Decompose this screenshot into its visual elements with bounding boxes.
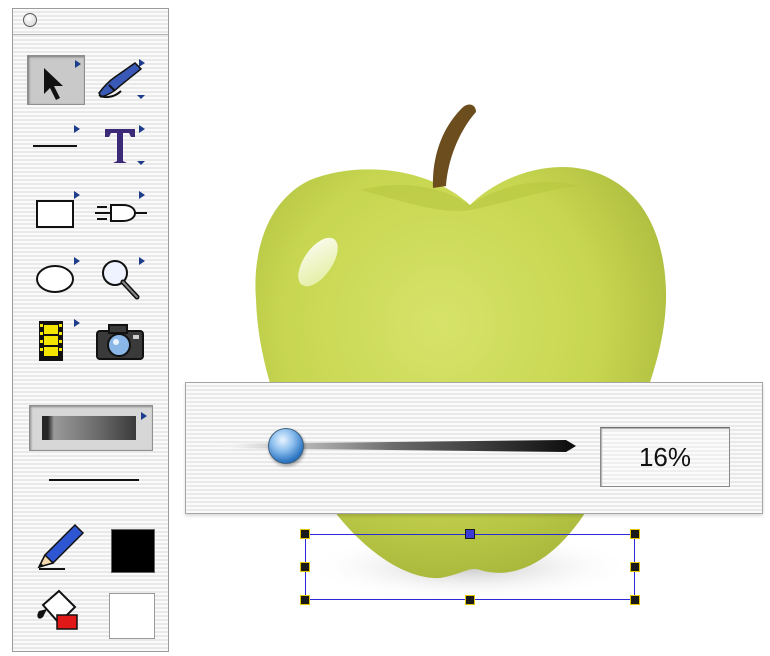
- flyout-arrow-icon: [74, 125, 80, 133]
- apple-stem: [432, 104, 476, 188]
- flyout-arrow-icon: [75, 60, 81, 68]
- stroke-color-tool[interactable]: [31, 517, 91, 577]
- fill-color-tool[interactable]: [29, 581, 93, 645]
- stroke-color-swatch[interactable]: [111, 529, 155, 573]
- resize-handle-bottom-center[interactable]: [465, 595, 475, 605]
- palette-titlebar[interactable]: [13, 9, 168, 35]
- pen-tool[interactable]: [91, 55, 149, 105]
- gradient-preview: [42, 416, 136, 440]
- flyout-arrow-icon: [141, 412, 147, 420]
- opacity-panel: 16%: [185, 382, 763, 514]
- line-weight-preview[interactable]: [49, 479, 139, 481]
- oval-tool[interactable]: [27, 253, 85, 303]
- flyout-arrow-icon: [139, 257, 145, 265]
- zoom-tool[interactable]: [91, 253, 149, 303]
- rectangle-tool[interactable]: [27, 187, 85, 237]
- selection-box[interactable]: [300, 529, 640, 605]
- apple-body: [255, 166, 667, 579]
- flyout-arrow-icon: [139, 59, 145, 67]
- flyout-arrow-icon: [74, 257, 80, 265]
- pencil-icon: [37, 523, 85, 570]
- paint-bucket-icon: [37, 589, 78, 630]
- flyout-arrow-icon: [139, 125, 145, 133]
- resize-handle-top-left[interactable]: [300, 529, 310, 539]
- text-tool[interactable]: [91, 121, 149, 171]
- arrow-tool[interactable]: [27, 55, 85, 105]
- resize-handle-middle-right[interactable]: [630, 562, 640, 572]
- flyout-arrow-icon: [74, 191, 80, 199]
- resize-handle-bottom-right[interactable]: [630, 595, 640, 605]
- palette-close-button[interactable]: [23, 13, 37, 27]
- resize-handle-top-right[interactable]: [630, 529, 640, 539]
- flyout-arrow-icon: [74, 319, 80, 327]
- resize-handle-bottom-left[interactable]: [300, 595, 310, 605]
- fill-color-swatch[interactable]: [109, 593, 155, 639]
- movie-tool[interactable]: [27, 315, 85, 365]
- flyout-arrow-icon: [139, 191, 145, 199]
- opacity-value-field[interactable]: 16%: [600, 427, 730, 487]
- opacity-value-text: 16%: [638, 442, 692, 472]
- resize-handle-top-center[interactable]: [465, 529, 475, 539]
- camera-icon: [96, 324, 144, 360]
- tool-palette: [12, 8, 169, 652]
- resize-handle-middle-left[interactable]: [300, 562, 310, 572]
- connector-tool[interactable]: [91, 187, 149, 237]
- gradient-fill-well[interactable]: [29, 405, 153, 451]
- opacity-slider-thumb[interactable]: [268, 428, 304, 464]
- camera-tool[interactable]: [91, 315, 149, 365]
- line-tool[interactable]: [27, 121, 85, 171]
